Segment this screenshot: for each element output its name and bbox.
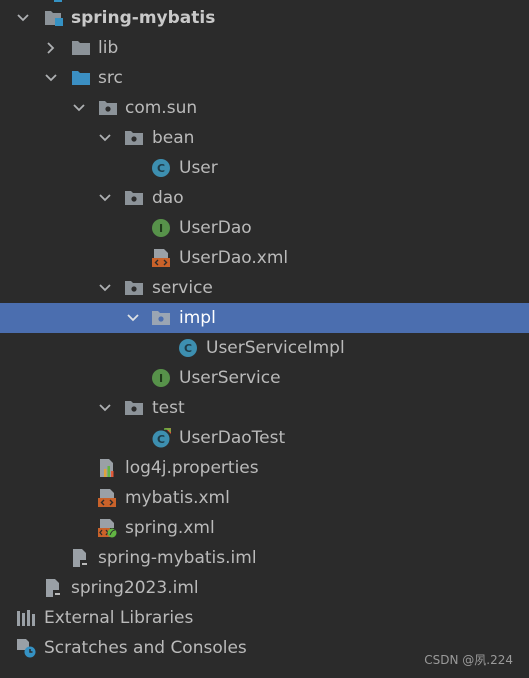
tree-label: dao: [152, 188, 184, 208]
test-class-icon: C: [151, 428, 171, 448]
svg-text:I: I: [159, 372, 163, 385]
tree-label: log4j.properties: [125, 458, 259, 478]
svg-text:C: C: [184, 342, 192, 355]
package-icon: [124, 188, 144, 208]
package-icon: [124, 128, 144, 148]
tree-row-impl[interactable]: impl: [0, 303, 529, 333]
tree-row-userservice[interactable]: I UserService: [0, 363, 529, 393]
xml-file-icon: [151, 248, 171, 268]
tree-row-module-iml[interactable]: spring-mybatis.iml: [0, 543, 529, 573]
tree-label: External Libraries: [44, 608, 194, 628]
source-folder-icon: [71, 68, 91, 88]
chevron-down-icon[interactable]: [70, 93, 88, 123]
tree-row-userdao[interactable]: I UserDao: [0, 213, 529, 243]
module-icon: [44, 0, 64, 2]
chevron-down-icon[interactable]: [96, 273, 114, 303]
tree-row-root[interactable]: spring-mybatis: [0, 3, 529, 33]
package-icon: [124, 398, 144, 418]
iml-file-icon: [70, 548, 90, 568]
tree-label: UserServiceImpl: [206, 338, 345, 358]
package-icon: [124, 278, 144, 298]
project-tree: spring-mybatis lib src com.sun bean C Us…: [0, 0, 529, 678]
svg-text:I: I: [159, 222, 163, 235]
tree-label: impl: [179, 308, 216, 328]
chevron-down-icon[interactable]: [96, 123, 114, 153]
tree-label: UserDao: [179, 218, 252, 238]
tree-label: spring.xml: [125, 518, 215, 538]
scratches-icon: [16, 638, 36, 658]
tree-row-external-libraries[interactable]: External Libraries: [0, 603, 529, 633]
tree-label: spring-mybatis: [71, 8, 216, 28]
chevron-down-icon[interactable]: [96, 393, 114, 423]
tree-label: bean: [152, 128, 195, 148]
external-libraries-icon: [16, 608, 36, 628]
tree-row-user[interactable]: C User: [0, 153, 529, 183]
package-icon: [98, 98, 118, 118]
tree-label: Scratches and Consoles: [44, 638, 247, 658]
tree-label: service: [152, 278, 213, 298]
tree-label: mybatis.xml: [125, 488, 230, 508]
tree-row-package[interactable]: com.sun: [0, 93, 529, 123]
tree-row-bean[interactable]: bean: [0, 123, 529, 153]
tree-label: test: [152, 398, 185, 418]
chevron-down-icon[interactable]: [124, 303, 142, 333]
tree-label: User: [179, 158, 218, 178]
class-icon: C: [178, 338, 198, 358]
chevron-down-icon[interactable]: [96, 183, 114, 213]
tree-row-service[interactable]: service: [0, 273, 529, 303]
interface-icon: I: [151, 218, 171, 238]
tree-row-src[interactable]: src: [0, 63, 529, 93]
tree-row-mybatis-xml[interactable]: mybatis.xml: [0, 483, 529, 513]
tree-row-log4j[interactable]: log4j.properties: [0, 453, 529, 483]
tree-row-userdao-xml[interactable]: UserDao.xml: [0, 243, 529, 273]
tree-label: UserService: [179, 368, 281, 388]
package-icon: [151, 308, 171, 328]
tree-label: spring-mybatis.iml: [98, 548, 257, 568]
module-folder-icon: [44, 8, 64, 28]
folder-icon: [71, 38, 91, 58]
properties-file-icon: [97, 458, 117, 478]
svg-text:C: C: [157, 162, 165, 175]
tree-row-test[interactable]: test: [0, 393, 529, 423]
spring-xml-file-icon: [97, 518, 117, 538]
tree-label: spring2023.iml: [71, 578, 199, 598]
tree-label: src: [98, 68, 123, 88]
tree-row-project-iml[interactable]: spring2023.iml: [0, 573, 529, 603]
tree-label: lib: [98, 38, 119, 58]
chevron-right-icon[interactable]: [42, 33, 60, 63]
tree-row-dao[interactable]: dao: [0, 183, 529, 213]
interface-icon: I: [151, 368, 171, 388]
tree-row-lib[interactable]: lib: [0, 33, 529, 63]
tree-label: UserDao.xml: [179, 248, 289, 268]
chevron-down-icon[interactable]: [14, 3, 32, 33]
xml-file-icon: [97, 488, 117, 508]
tree-label: com.sun: [125, 98, 198, 118]
chevron-down-icon[interactable]: [42, 63, 60, 93]
tree-label: UserDaoTest: [179, 428, 286, 448]
watermark: CSDN @夙.224: [424, 653, 513, 667]
iml-file-icon: [43, 578, 63, 598]
svg-text:C: C: [157, 433, 165, 446]
tree-row-userdaotest[interactable]: C UserDaoTest: [0, 423, 529, 453]
class-icon: C: [151, 158, 171, 178]
tree-row-spring-xml[interactable]: spring.xml: [0, 513, 529, 543]
tree-row-userserviceimpl[interactable]: C UserServiceImpl: [0, 333, 529, 363]
